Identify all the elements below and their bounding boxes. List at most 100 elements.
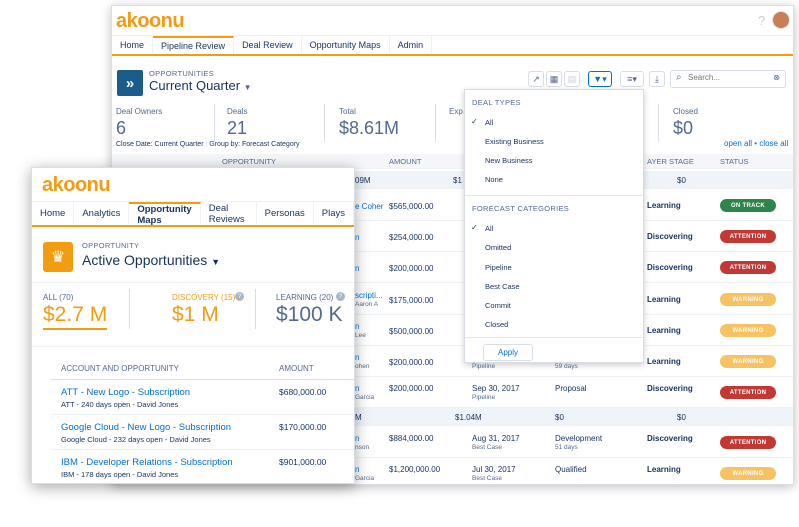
- column-amount[interactable]: AMOUNT: [279, 364, 314, 373]
- download-icon[interactable]: ⤓: [649, 71, 665, 87]
- amount: $901,000.00: [279, 457, 327, 467]
- opportunity-maps-window: akoonu Home Analytics Opportunity Maps D…: [31, 167, 355, 484]
- search-input[interactable]: [688, 73, 768, 82]
- stat-deal-owners-label: Deal Owners: [116, 107, 163, 116]
- opportunity-owner: Garcia: [355, 394, 375, 401]
- help-icon[interactable]: ?: [758, 13, 765, 28]
- divider: [658, 104, 659, 142]
- list-item[interactable]: ATT - New Logo - Subscription ATT - 240 d…: [51, 380, 354, 415]
- column-opportunity[interactable]: OPPORTUNITY: [222, 157, 276, 166]
- opportunity-name[interactable]: n: [355, 465, 359, 474]
- tab-opportunity-maps[interactable]: Opportunity Maps: [129, 202, 201, 226]
- column-amount[interactable]: AMOUNT: [389, 157, 422, 166]
- opportunity-owner: ohen: [355, 363, 370, 370]
- forecast-category-option[interactable]: Omitted: [485, 243, 511, 252]
- forecast-category-option[interactable]: Best Case: [485, 282, 520, 291]
- info-icon[interactable]: ?: [336, 292, 345, 301]
- opportunity-name[interactable]: n: [355, 353, 359, 362]
- tab-admin[interactable]: Admin: [390, 36, 433, 54]
- stat-all-value[interactable]: $2.7 M: [43, 303, 108, 330]
- tab-analytics[interactable]: Analytics: [74, 202, 130, 225]
- opportunity-name[interactable]: n: [355, 322, 359, 331]
- group-amount: 09M: [355, 176, 371, 185]
- separator-dot: •: [754, 139, 758, 148]
- search-box[interactable]: ⌕ ⊗: [670, 70, 786, 88]
- deal-type-option[interactable]: All: [485, 118, 493, 127]
- deal-type-option[interactable]: Existing Business: [485, 137, 544, 146]
- group-amount-2: $1: [453, 176, 462, 185]
- opportunity-name[interactable]: scripti...: [355, 291, 383, 300]
- amount: $565,000.00: [389, 202, 434, 211]
- opportunity-link[interactable]: Google Cloud - New Logo - Subscription: [61, 422, 231, 433]
- forecast-category-option[interactable]: Pipeline: [485, 263, 512, 272]
- tab-opportunity-maps[interactable]: Opportunity Maps: [302, 36, 390, 54]
- tab-plays[interactable]: Plays: [314, 202, 354, 225]
- stat-deals-label: Deals: [227, 107, 248, 116]
- list-item[interactable]: Google Cloud - New Logo - Subscription Go…: [51, 415, 354, 450]
- tab-deal-review[interactable]: Deal Review: [234, 36, 302, 54]
- chart-icon[interactable]: ↗: [528, 71, 544, 87]
- sales-stage: Qualified: [555, 465, 587, 474]
- amount: $500,000.00: [389, 327, 434, 336]
- grid-icon[interactable]: ▦: [546, 71, 562, 87]
- buyer-stage: Discovering: [647, 434, 693, 443]
- buyer-stage: Discovering: [647, 232, 693, 241]
- amount: $200,000.00: [389, 358, 434, 367]
- close-date: Aug 31, 2017: [472, 434, 520, 443]
- opportunity-meta: IBM - 178 days open - David Jones: [61, 470, 179, 479]
- column-stage[interactable]: AYER STAGE: [647, 157, 694, 166]
- deal-type-option[interactable]: None: [485, 175, 503, 184]
- tab-pipeline-review[interactable]: Pipeline Review: [153, 36, 235, 54]
- group-by-label: Group by: Forecast Category: [209, 141, 300, 148]
- stat-all-label: ALL (70): [43, 293, 74, 302]
- opportunity-link[interactable]: ATT - New Logo - Subscription: [61, 387, 190, 398]
- table-icon[interactable]: ▤: [564, 71, 580, 87]
- column-status[interactable]: STATUS: [720, 157, 748, 166]
- open-all-link[interactable]: open all: [724, 139, 752, 148]
- column-account-opportunity[interactable]: ACCOUNT AND OPPORTUNITY: [61, 364, 179, 373]
- stat-discovery-value[interactable]: $1 M: [172, 303, 219, 327]
- stat-deals-value: 21: [227, 118, 248, 138]
- opportunities-label: OPPORTUNITIES: [149, 69, 215, 78]
- opportunity-name[interactable]: n: [355, 434, 359, 443]
- forecast-category-option[interactable]: Commit: [485, 301, 511, 310]
- stat-learning-label: LEARNING (20): [276, 293, 334, 302]
- forecast-category-option[interactable]: Closed: [485, 320, 508, 329]
- stat-closed-label: Closed: [673, 107, 698, 116]
- apply-button[interactable]: Apply: [483, 344, 533, 361]
- stat-learning-value[interactable]: $100 K: [276, 303, 343, 327]
- filter-icon[interactable]: ▼▾: [588, 71, 612, 87]
- close-all-link[interactable]: close all: [759, 139, 788, 148]
- avatar[interactable]: [772, 11, 790, 29]
- opportunity-name[interactable]: n: [355, 264, 359, 273]
- forecast-category-option[interactable]: All: [485, 224, 493, 233]
- opportunity-name[interactable]: n: [355, 384, 359, 393]
- tab-home[interactable]: Home: [32, 202, 75, 225]
- deal-type-option[interactable]: New Business: [485, 156, 533, 165]
- stat-exp-label: Exp: [449, 107, 463, 116]
- akoonu-logo[interactable]: akoonu: [42, 174, 111, 197]
- status-badge: ATTENTION: [720, 436, 776, 449]
- akoonu-logo[interactable]: akoonu: [116, 10, 185, 33]
- opportunity-owner: Aaron A: [355, 301, 379, 308]
- list-item[interactable]: IBM - Developer Relations - Subscription…: [51, 450, 354, 483]
- opportunity-link[interactable]: IBM - Developer Relations - Subscription: [61, 457, 233, 468]
- status-badge: WARNING: [720, 467, 776, 480]
- filter-summary: Close Date: Current Quarter | Group by: …: [116, 141, 300, 148]
- buyer-stage: Learning: [647, 295, 681, 304]
- view-title[interactable]: Current Quarter ▼: [149, 78, 252, 93]
- tab-personas[interactable]: Personas: [257, 202, 314, 225]
- opportunity-name[interactable]: e Coher: [355, 202, 383, 211]
- clear-search-icon[interactable]: ⊗: [773, 73, 780, 82]
- tab-deal-reviews[interactable]: Deal Reviews: [201, 202, 257, 225]
- info-icon[interactable]: ?: [235, 292, 244, 301]
- forecast-categories-heading: FORECAST CATEGORIES: [472, 204, 570, 213]
- deal-types-heading: DEAL TYPES: [472, 98, 521, 107]
- status-badge: ON TRACK: [720, 199, 776, 212]
- view-title[interactable]: Active Opportunities ▼: [82, 252, 220, 268]
- tab-home[interactable]: Home: [112, 36, 154, 54]
- opportunity-name[interactable]: n: [355, 233, 359, 242]
- expand-links: open all • close all: [724, 139, 788, 148]
- sort-icon[interactable]: ≡▾: [620, 71, 644, 87]
- amount: $680,000.00: [279, 387, 327, 397]
